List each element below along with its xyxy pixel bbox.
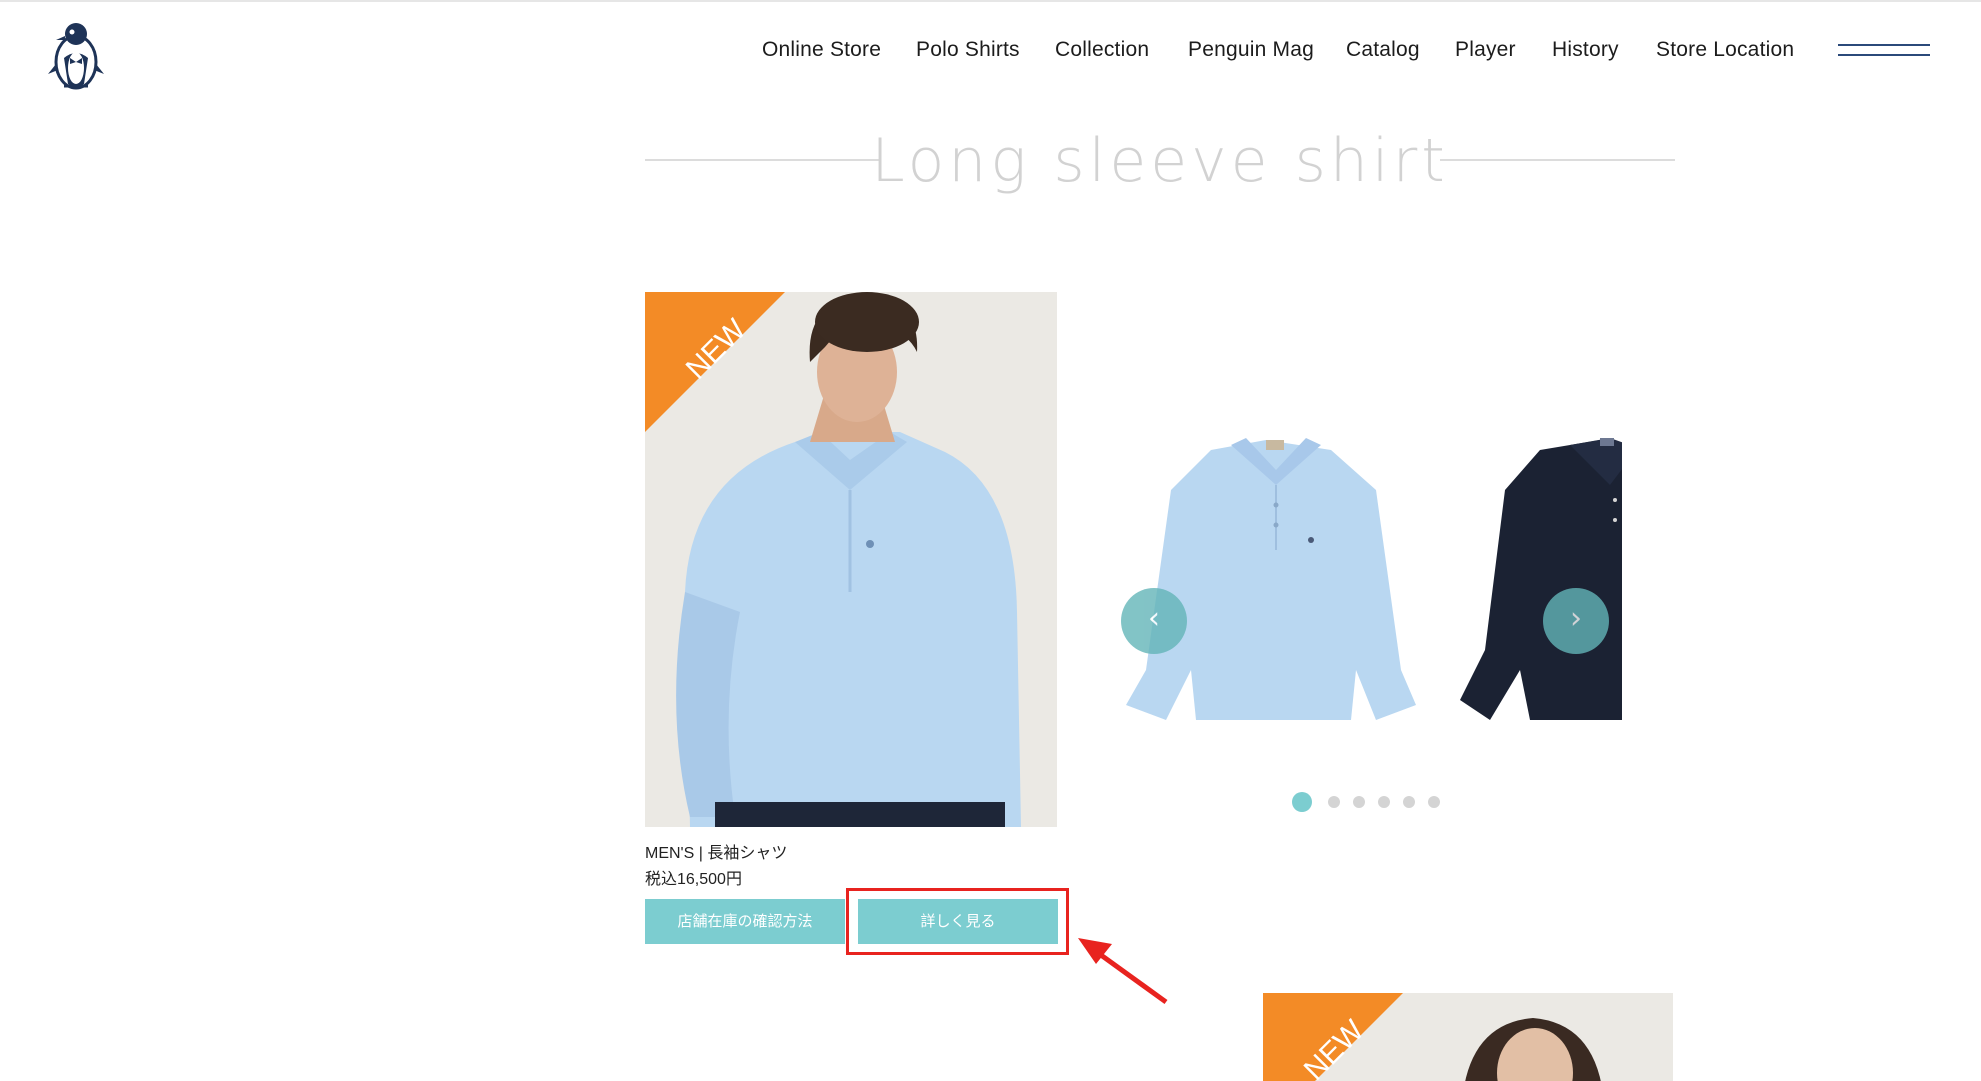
- carousel-dot-2[interactable]: [1328, 796, 1340, 808]
- nav-item-online-store[interactable]: Online Store: [762, 38, 881, 62]
- carousel-dot-4[interactable]: [1378, 796, 1390, 808]
- second-product-image[interactable]: NEW: [1263, 993, 1673, 1081]
- nav-item-collection[interactable]: Collection: [1055, 38, 1149, 62]
- nav-item-store-location[interactable]: Store Location: [1656, 38, 1794, 62]
- annotation-highlight-box: [846, 888, 1069, 955]
- new-badge: NEW: [645, 292, 785, 432]
- nav-item-penguin-mag[interactable]: Penguin Mag: [1188, 38, 1314, 62]
- product-price: 税込16,500円: [645, 871, 742, 888]
- chevron-right-icon: ›: [1570, 601, 1582, 636]
- product-carousel[interactable]: [1110, 420, 1622, 750]
- product-image-model[interactable]: NEW: [645, 292, 1057, 827]
- section-title: Long sleeve shirt: [645, 120, 1675, 200]
- shirt-light-blue-image[interactable]: [1116, 430, 1426, 730]
- product-name: MEN'S | 長袖シャツ: [645, 845, 788, 862]
- nav-item-catalog[interactable]: Catalog: [1346, 38, 1420, 62]
- title-divider-right: [1440, 159, 1675, 161]
- chevron-left-icon: ‹: [1148, 601, 1160, 636]
- annotation-arrow-icon: [1070, 930, 1180, 1010]
- carousel-dot-6[interactable]: [1428, 796, 1440, 808]
- carousel-next-button[interactable]: ›: [1543, 588, 1609, 654]
- carousel-dot-5[interactable]: [1403, 796, 1415, 808]
- nav-item-polo-shirts[interactable]: Polo Shirts: [916, 38, 1020, 62]
- carousel-prev-button[interactable]: ‹: [1121, 588, 1187, 654]
- hamburger-menu-icon[interactable]: [1838, 40, 1930, 62]
- main-nav: Online Store Polo Shirts Collection Peng…: [0, 38, 1981, 72]
- carousel-dot-1[interactable]: [1292, 792, 1312, 812]
- store-stock-button[interactable]: 店舗在庫の確認方法: [645, 899, 845, 944]
- section-title-text: Long sleeve shirt: [871, 126, 1449, 196]
- nav-item-history[interactable]: History: [1552, 38, 1619, 62]
- carousel-dot-3[interactable]: [1353, 796, 1365, 808]
- shirt-navy-image[interactable]: [1460, 430, 1622, 730]
- top-border: [0, 0, 1981, 2]
- nav-item-player[interactable]: Player: [1455, 38, 1516, 62]
